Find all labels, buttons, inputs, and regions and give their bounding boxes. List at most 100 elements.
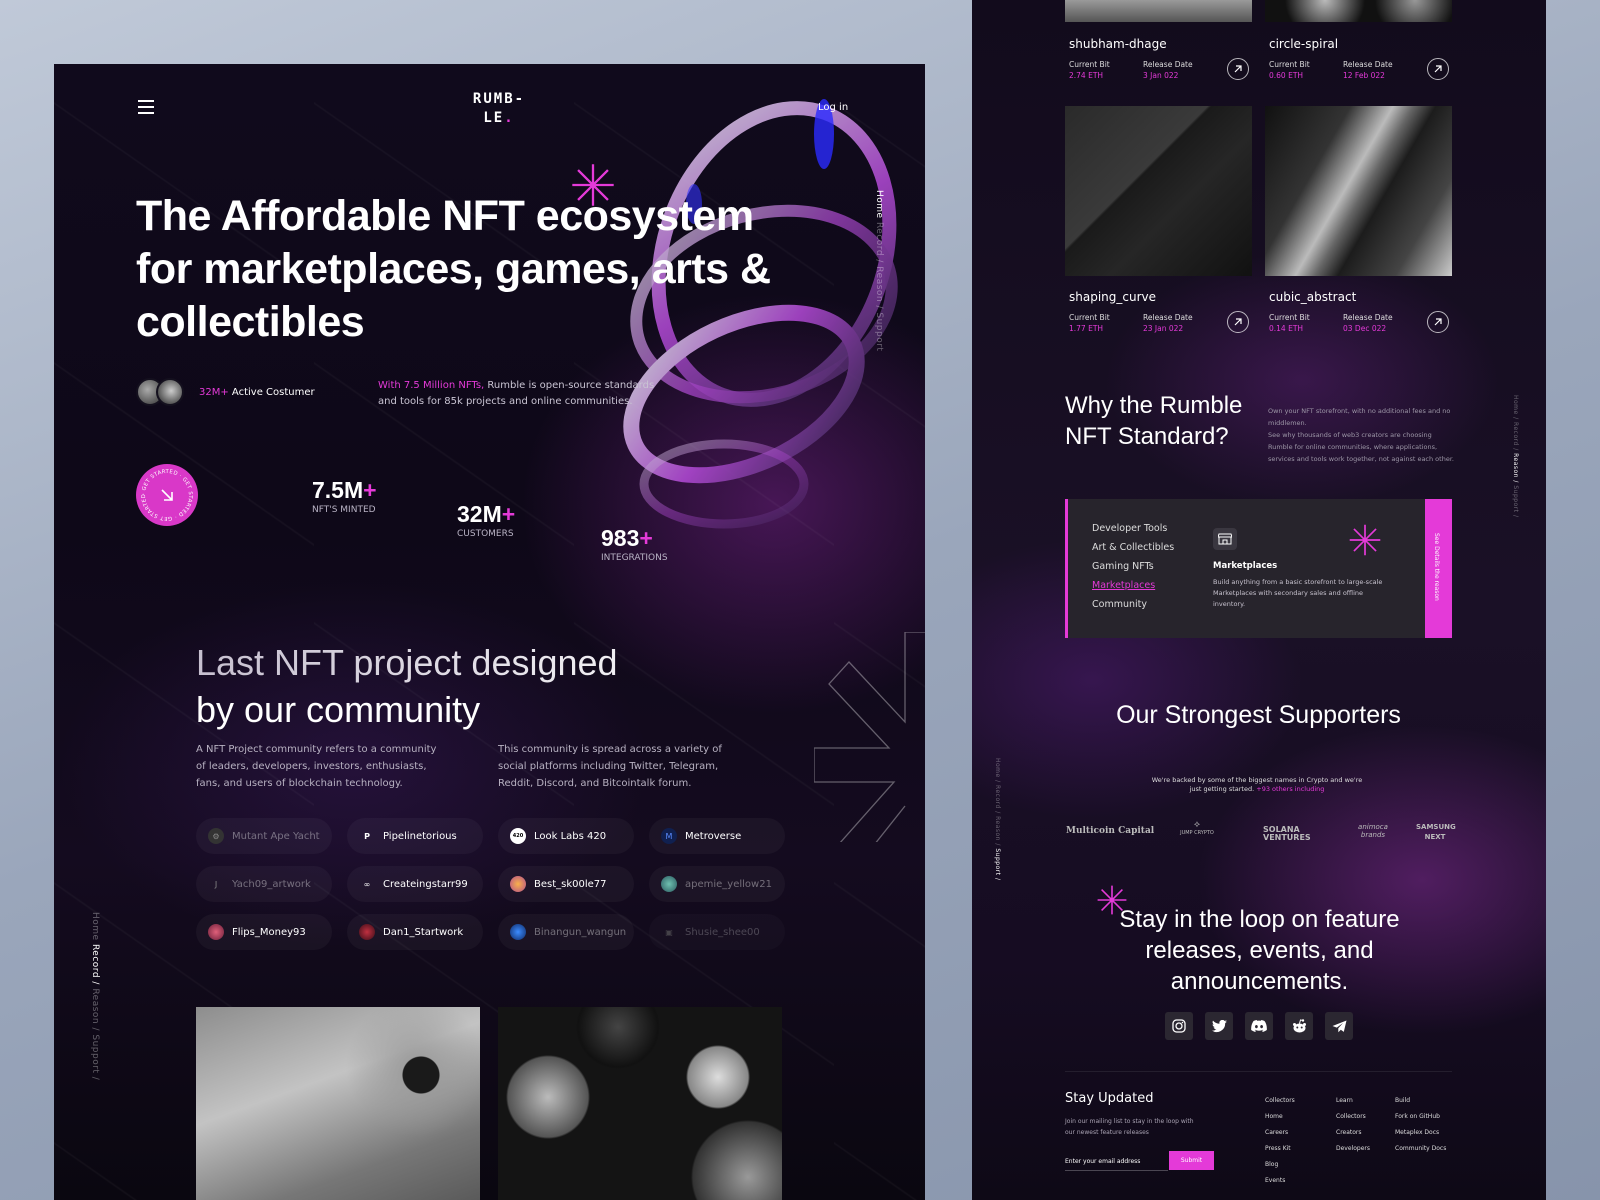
project-chip[interactable]: J Yach09_artwork (196, 866, 332, 902)
project-chip[interactable]: ●Flips_Money93 (196, 914, 332, 950)
side-nav-items[interactable]: Record / Reason / Support (874, 222, 884, 351)
footer-link[interactable]: Learn (1336, 1093, 1370, 1109)
project-chip[interactable]: ●Dan1_Startwork (347, 914, 483, 950)
community-paragraph-1: A NFT Project community refers to a comm… (196, 744, 437, 789)
arrow-up-right-icon[interactable] (1227, 58, 1249, 80)
footer-link[interactable]: Blog (1265, 1157, 1295, 1173)
use-case-tabs-panel: Developer Tools Art & Collectibles Gamin… (1065, 499, 1452, 638)
arrow-up-right-icon[interactable] (1427, 311, 1449, 333)
get-started-button[interactable]: · GET STARTED · GET STARTED · GET STARTE… (136, 464, 198, 526)
nft-card-bid: 0.14 ETH (1269, 324, 1304, 333)
footer-link[interactable]: Developers (1336, 1141, 1370, 1157)
project-chip[interactable]: ●Binangun_wangun (498, 914, 634, 950)
nft-card-name[interactable]: shubham-dhage (1069, 37, 1167, 51)
top-navigation: RUMB- LE. Log in (54, 64, 925, 154)
stat-nfts-minted: 7.5M+ NFT'S MINTED (312, 477, 377, 515)
project-avatar-icon: J (214, 879, 218, 889)
project-avatar-icon: P (364, 831, 370, 841)
footer-link[interactable]: Collectors (1336, 1109, 1370, 1125)
submit-button[interactable]: Submit (1169, 1151, 1214, 1170)
instagram-icon[interactable] (1165, 1012, 1193, 1040)
nft-card-date: 12 Feb 022 (1343, 71, 1385, 80)
landing-page-continued-artboard: shubham-dhage Current Bit 2.74 ETH Relea… (972, 0, 1546, 1200)
nft-card-image[interactable] (1065, 0, 1252, 22)
project-chip[interactable]: ●apemie_yellow21 (649, 866, 785, 902)
nft-card-bid: 1.77 ETH (1069, 324, 1104, 333)
tab-developer-tools[interactable]: Developer Tools (1092, 523, 1167, 534)
hamburger-menu-icon[interactable] (138, 100, 154, 114)
outline-asterisk-decoration (814, 632, 925, 842)
footer-divider (1065, 1071, 1452, 1072)
nft-card-image[interactable] (1065, 106, 1252, 276)
footer-link[interactable]: Fork on GitHub (1395, 1109, 1446, 1125)
project-chip[interactable]: 420 Look Labs 420 (498, 818, 634, 854)
footer-link[interactable]: Collectors (1265, 1093, 1295, 1109)
discord-icon[interactable] (1245, 1012, 1273, 1040)
nft-card-image[interactable] (1265, 0, 1452, 22)
footer-link[interactable]: Metaplex Docs (1395, 1125, 1446, 1141)
arrow-up-right-icon[interactable] (1427, 58, 1449, 80)
tab-community[interactable]: Community (1092, 599, 1147, 610)
footer-link[interactable]: Press Kit (1265, 1141, 1295, 1157)
brand-logo-solana-ventures: SOLANA VENTURES (1263, 825, 1311, 842)
project-avatar-icon: ● (510, 876, 526, 892)
arrow-up-right-icon[interactable] (1227, 311, 1249, 333)
tab-art-collectibles[interactable]: Art & Collectibles (1092, 542, 1174, 553)
telegram-icon[interactable] (1325, 1012, 1353, 1040)
project-avatar-icon: ⚙ (208, 828, 224, 844)
why-section-description: Own your NFT storefront, with no additio… (1268, 407, 1454, 463)
nft-card-date: 3 Jan 022 (1143, 71, 1179, 80)
nft-card-image[interactable] (1265, 106, 1452, 276)
nft-image-spheres-dark[interactable] (498, 1007, 782, 1200)
project-avatar-icon: ● (510, 924, 526, 940)
twitter-icon[interactable] (1205, 1012, 1233, 1040)
asterisk-icon (1349, 524, 1381, 556)
brand-logo[interactable]: RUMB- LE. (464, 90, 534, 128)
tab-marketplaces[interactable]: Marketplaces (1092, 580, 1155, 591)
community-paragraph-2: This community is spread across a variet… (498, 744, 722, 789)
reddit-icon[interactable] (1285, 1012, 1313, 1040)
project-avatar-icon: ● (661, 876, 677, 892)
supporters-description: We're backed by some of the biggest name… (1151, 776, 1363, 793)
newsletter-headline: Stay in the loop on feature releases, ev… (1119, 906, 1400, 995)
panel-title: Marketplaces (1213, 561, 1278, 571)
footer-newsletter-description: Join our mailing list to stay in the loo… (1065, 1118, 1194, 1136)
social-links (1165, 1012, 1353, 1040)
footer-link[interactable]: Home (1265, 1109, 1295, 1125)
footer-link[interactable]: Community Docs (1395, 1141, 1446, 1157)
project-chip[interactable]: M Metroverse (649, 818, 785, 854)
footer-column-build: Build Fork on GitHub Metaplex Docs Commu… (1395, 1093, 1446, 1157)
customer-avatars (136, 378, 184, 406)
active-customers: 32M+ Active Costumer (199, 387, 315, 398)
landing-page-hero-artboard: RUMB- LE. Log in Home Record / Reason / … (54, 64, 925, 1200)
project-chip[interactable]: ●Best_sk00le77 (498, 866, 634, 902)
email-field[interactable] (1065, 1152, 1168, 1171)
footer-link[interactable]: Creators (1336, 1125, 1370, 1141)
nft-card-date: 23 Jan 022 (1143, 324, 1184, 333)
nft-card-date: 03 Dec 022 (1343, 324, 1387, 333)
community-projects-list: ⚙ Mutant Ape Yacht P Pipelinetorious 420 Lo… (196, 818, 785, 950)
nft-card-name[interactable]: circle-spiral (1269, 37, 1338, 51)
nft-card-name[interactable]: cubic_abstract (1269, 290, 1356, 304)
tab-gaming-nfts[interactable]: Gaming NFTs (1092, 561, 1154, 572)
project-chip[interactable]: P Pipelinetorious (347, 818, 483, 854)
footer-newsletter-title: Stay Updated (1065, 1091, 1154, 1106)
brand-logo-animoca: animoca brands (1358, 823, 1388, 839)
project-chip[interactable]: ⚙ Mutant Ape Yacht (196, 818, 332, 854)
login-link[interactable]: Log in (818, 102, 848, 113)
storefront-icon (1213, 528, 1237, 550)
side-nav-active-item[interactable]: Home (874, 190, 884, 219)
footer-link[interactable]: Build (1395, 1093, 1446, 1109)
nft-card-name[interactable]: shaping_curve (1069, 290, 1156, 304)
project-chip[interactable]: ∞ Createingstarr99 (347, 866, 483, 902)
stat-integrations: 983+ INTEGRATIONS (601, 525, 668, 563)
footer-link[interactable]: Events (1265, 1173, 1295, 1189)
nft-image-spheres-gray[interactable] (196, 1007, 480, 1200)
hero-title: The Affordable NFT ecosystem for marketp… (136, 192, 771, 346)
community-section-title: Last NFT project designed by our communi… (196, 639, 756, 733)
footer-link[interactable]: Careers (1265, 1125, 1295, 1141)
project-avatar-icon: 420 (510, 828, 526, 844)
project-chip[interactable]: ▣ Shusie_shee00 (649, 914, 785, 950)
project-avatar-icon: ● (208, 924, 224, 940)
see-details-button[interactable]: See Details the reason (1425, 499, 1452, 638)
